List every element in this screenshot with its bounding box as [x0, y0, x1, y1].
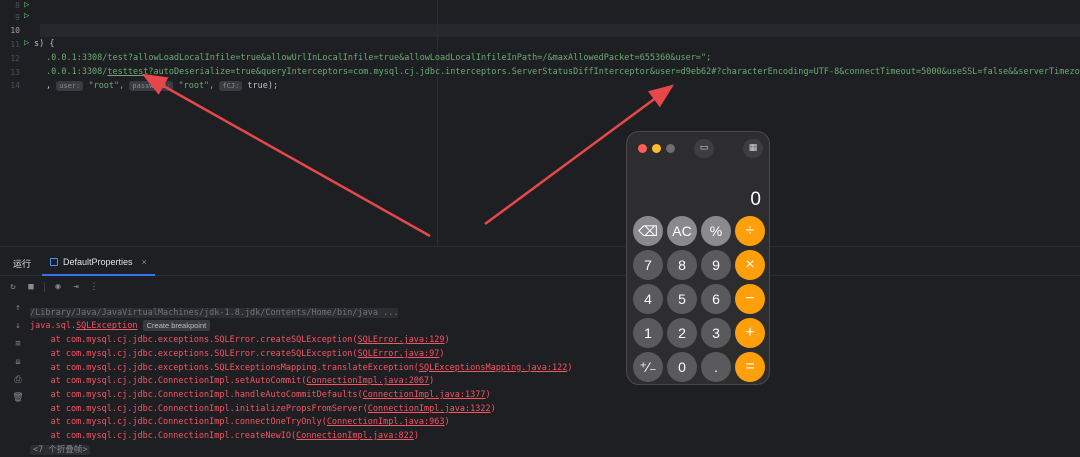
all-clear-key[interactable]: AC [667, 216, 697, 246]
divide-key[interactable]: ÷ [735, 216, 765, 246]
one-key[interactable]: 1 [633, 318, 663, 348]
two-key[interactable]: 2 [667, 318, 697, 348]
close-window-button[interactable] [638, 144, 647, 153]
minimize-window-button[interactable] [652, 144, 661, 153]
four-key[interactable]: 4 [633, 284, 663, 314]
five-key[interactable]: 5 [667, 284, 697, 314]
seven-key[interactable]: 7 [633, 250, 663, 280]
nine-key[interactable]: 9 [701, 250, 731, 280]
calculator-window[interactable]: ▭ ▦ 0 ⌫ AC% ÷ 7 8 9 × 4 5 6−1 2 3 + ⁺∕₋ 0. = [626, 131, 770, 385]
minus-key[interactable]: − [735, 284, 765, 314]
annotation-arrows [141, 73, 675, 238]
decimal-key[interactable]: . [701, 352, 731, 382]
calculator-mode-icon[interactable]: ▦ [743, 139, 763, 158]
eight-key[interactable]: 8 [667, 250, 697, 280]
backspace-key[interactable]: ⌫ [633, 216, 663, 246]
arrow-to-database [141, 73, 431, 238]
sidebar-toggle-icon[interactable]: ▭ [694, 139, 714, 158]
sign-toggle-key[interactable]: ⁺∕₋ [633, 352, 663, 382]
percent-key[interactable]: % [701, 216, 731, 246]
zero-key[interactable]: 0 [667, 352, 697, 382]
calculator-display: 0 [750, 189, 761, 210]
three-key[interactable]: 3 [701, 318, 731, 348]
zoom-window-button[interactable] [666, 144, 675, 153]
plus-key[interactable]: + [735, 318, 765, 348]
six-key[interactable]: 6 [701, 284, 731, 314]
equals-key[interactable]: = [735, 352, 765, 382]
multiply-key[interactable]: × [735, 250, 765, 280]
folded-frames[interactable]: <7 个折叠帧> [30, 444, 91, 455]
